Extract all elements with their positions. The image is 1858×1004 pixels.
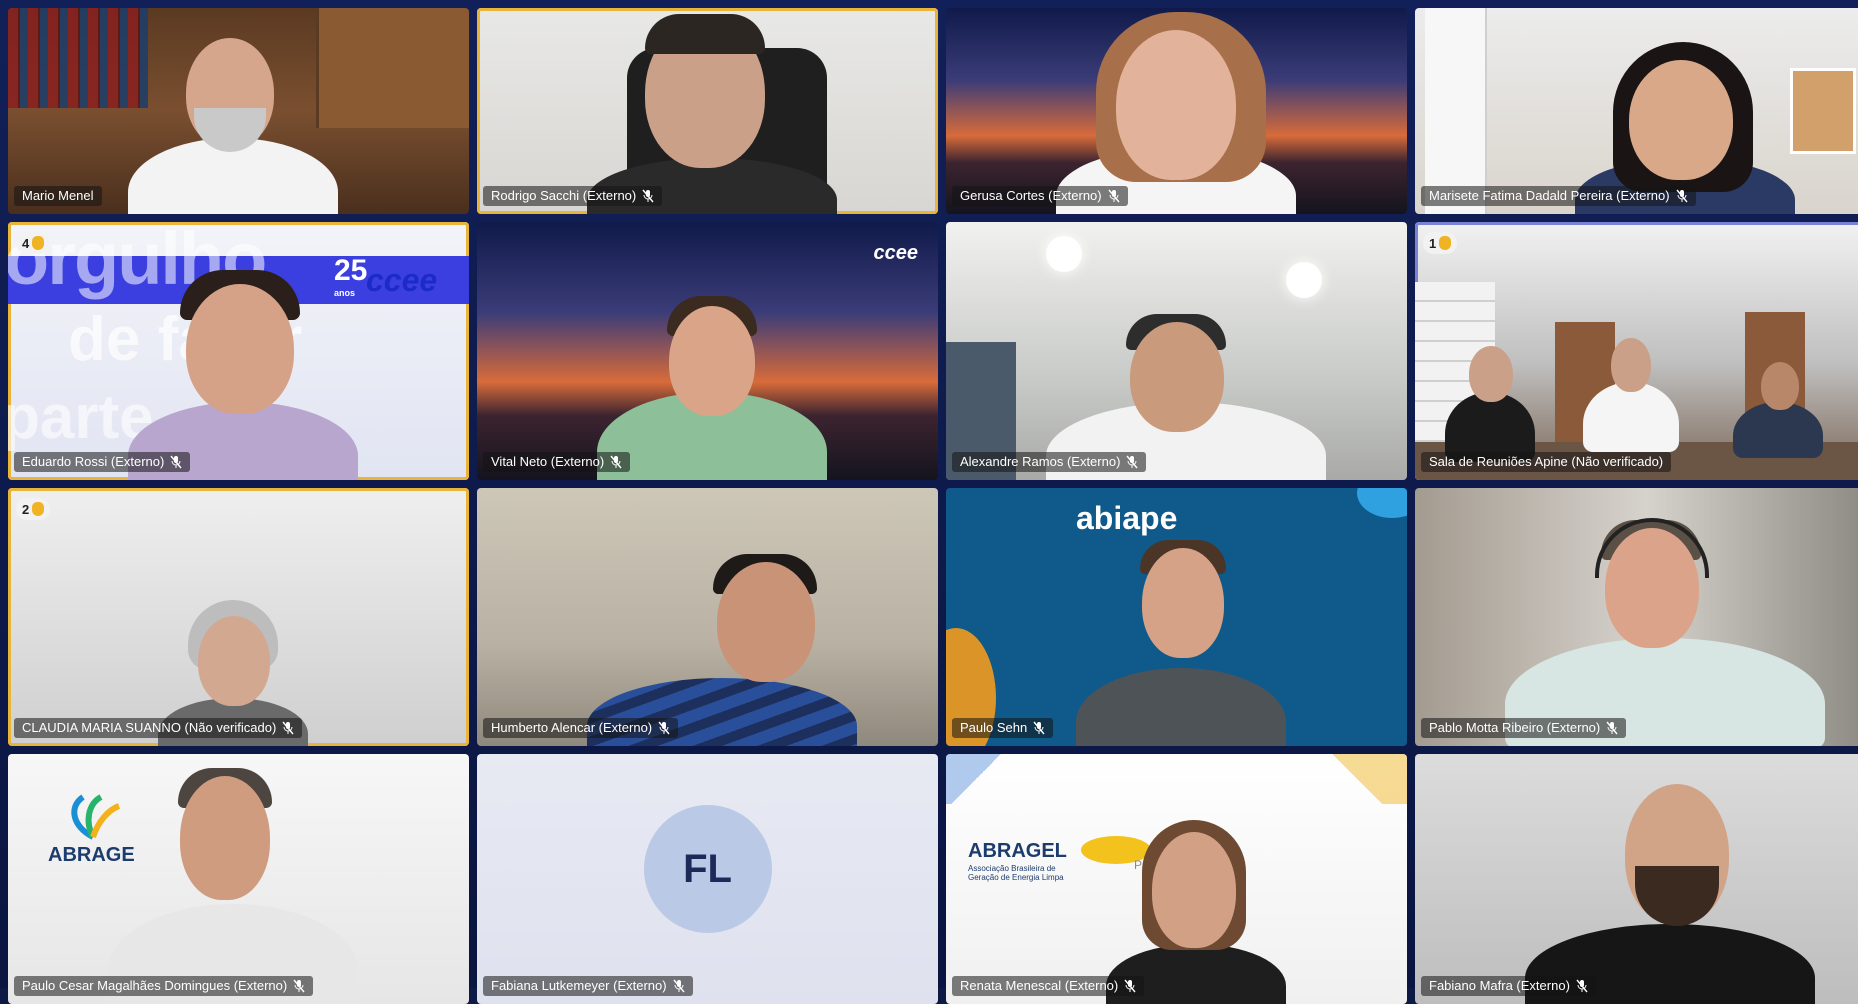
cabinet (316, 8, 469, 128)
participant-name-tag: Fabiana Lutkemeyer (Externo) (483, 976, 693, 996)
raised-hand-badge: 2 (16, 498, 51, 520)
abrage-logo-mark (71, 794, 121, 840)
participant-name: Paulo Cesar Magalhães Domingues (Externo… (22, 978, 288, 993)
video-call-stage: Mario Menel Rodrigo Sacchi (Externo) Ger… (0, 0, 1858, 1004)
mic-off-icon (658, 721, 670, 735)
participant-name-tag: Gerusa Cortes (Externo) (952, 186, 1128, 206)
participant-name: Alexandre Ramos (Externo) (960, 454, 1121, 469)
participant-name: Rodrigo Sacchi (Externo) (491, 188, 637, 203)
participant-tile-vital-neto[interactable]: ccee Vital Neto (Externo) (477, 222, 938, 480)
participant-tile-sala-apine[interactable]: 1 Sala de Reuniões Apine (Não verificado… (1415, 222, 1858, 480)
participant-name: Vital Neto (Externo) (491, 454, 605, 469)
participant-name-tag: Vital Neto (Externo) (483, 452, 631, 472)
participant-grid: Mario Menel Rodrigo Sacchi (Externo) Ger… (8, 8, 1858, 1004)
participant-name: Mario Menel (22, 188, 94, 203)
hand-icon (32, 236, 45, 250)
raised-hand-order: 2 (22, 501, 30, 517)
participant-name-tag: CLAUDIA MARIA SUANNO (Não verificado) (14, 718, 303, 738)
mic-off-icon (1576, 979, 1588, 993)
participant-name: CLAUDIA MARIA SUANNO (Não verificado) (22, 720, 277, 735)
raised-hand-order: 4 (22, 235, 30, 251)
ccee-logo: ccee (873, 242, 919, 264)
participant-tile-eduardo-rossi[interactable]: orgulho de fazer parte 25 anos ccee 4 Ed… (8, 222, 469, 480)
participant-name-tag: Sala de Reuniões Apine (Não verificado) (1421, 452, 1672, 472)
abragel-decoration (946, 754, 1006, 804)
participant-name: Fabiana Lutkemeyer (Externo) (491, 978, 667, 993)
participant-name-tag: Mario Menel (14, 186, 102, 206)
participant-name-tag: Renata Menescal (Externo) (952, 976, 1145, 996)
participant-name: Humberto Alencar (Externo) (491, 720, 653, 735)
abragel-decoration (1307, 754, 1407, 804)
raised-hand-badge: 4 (16, 232, 51, 254)
participant-name: Sala de Reuniões Apine (Não verificado) (1429, 454, 1664, 469)
mic-off-icon (1676, 189, 1688, 203)
bookshelf (8, 8, 148, 108)
participant-name-tag: Humberto Alencar (Externo) (483, 718, 679, 738)
mic-off-icon (1606, 721, 1618, 735)
participant-name-tag: Pablo Motta Ribeiro (Externo) (1421, 718, 1627, 738)
wall-picture (1790, 68, 1856, 154)
avatar: FL (643, 805, 772, 933)
abiape-logo: abiape (1076, 500, 1178, 536)
raised-hand-badge: 1 (1423, 232, 1458, 254)
participant-tile-mario-menel[interactable]: Mario Menel (8, 8, 469, 214)
participant-tile-marisete[interactable]: Marisete Fatima Dadald Pereira (Externo) (1415, 8, 1858, 214)
participant-tile-rodrigo-sacchi[interactable]: Rodrigo Sacchi (Externo) (477, 8, 938, 214)
hand-icon (32, 502, 45, 516)
mic-off-icon (1124, 979, 1136, 993)
participant-tile-humberto-alencar[interactable]: Humberto Alencar (Externo) (477, 488, 938, 746)
participant-name-tag: Alexandre Ramos (Externo) (952, 452, 1147, 472)
abragel-logo: ABRAGEL (968, 840, 1067, 862)
participant-tile-fabiana-lutkemeyer[interactable]: FL Fabiana Lutkemeyer (Externo) (477, 754, 938, 1004)
participant-name: Eduardo Rossi (Externo) (22, 454, 165, 469)
mic-off-icon (282, 721, 294, 735)
participant-name-tag: Paulo Sehn (952, 718, 1054, 738)
participant-name: Marisete Fatima Dadald Pereira (Externo) (1429, 188, 1670, 203)
ccee-logo: ccee (366, 262, 438, 298)
mic-off-icon (673, 979, 685, 993)
headset (1595, 518, 1709, 578)
raised-hand-order: 1 (1429, 235, 1437, 251)
mic-off-icon (1033, 721, 1045, 735)
ccee-anos-label: anos (334, 288, 356, 298)
participant-tile-fabiano-mafra[interactable]: Fabiano Mafra (Externo) (1415, 754, 1858, 1004)
participant-name-tag: Rodrigo Sacchi (Externo) (483, 186, 663, 206)
participant-tile-renata-menescal[interactable]: ABRAGEL Associação Brasileira de Geração… (946, 754, 1407, 1004)
participant-name-tag: Fabiano Mafra (Externo) (1421, 976, 1596, 996)
participant-tile-paulo-cesar[interactable]: ABRAGE Paulo Cesar Magalhães Domingues (… (8, 754, 469, 1004)
ccee-25-anos-logo: 25 (334, 254, 368, 287)
participant-name: Paulo Sehn (960, 720, 1028, 735)
mic-off-icon (610, 455, 622, 469)
hand-icon (1439, 236, 1452, 250)
mic-off-icon (293, 979, 305, 993)
participant-name: Gerusa Cortes (Externo) (960, 188, 1102, 203)
mic-off-icon (170, 455, 182, 469)
ceiling-light (1046, 236, 1082, 272)
mic-off-icon (1126, 455, 1138, 469)
abiape-decoration (1357, 488, 1407, 518)
participant-name: Renata Menescal (Externo) (960, 978, 1119, 993)
ceiling-light (1286, 262, 1322, 298)
mic-off-icon (1108, 189, 1120, 203)
mic-off-icon (642, 189, 654, 203)
participant-tile-pablo-ribeiro[interactable]: Pablo Motta Ribeiro (Externo) (1415, 488, 1858, 746)
abrage-logo: ABRAGE (48, 844, 135, 866)
participant-tile-gerusa-cortes[interactable]: Gerusa Cortes (Externo) (946, 8, 1407, 214)
participant-tile-paulo-sehn[interactable]: abiape Paulo Sehn (946, 488, 1407, 746)
participant-name-tag: Paulo Cesar Magalhães Domingues (Externo… (14, 976, 314, 996)
participant-name-tag: Eduardo Rossi (Externo) (14, 452, 191, 472)
abragel-tagline: Associação Brasileira de Geração de Ener… (968, 864, 1064, 882)
participant-name-tag: Marisete Fatima Dadald Pereira (Externo) (1421, 186, 1696, 206)
window (1425, 8, 1487, 214)
participant-tile-alexandre-ramos[interactable]: Alexandre Ramos (Externo) (946, 222, 1407, 480)
participant-name: Pablo Motta Ribeiro (Externo) (1429, 720, 1601, 735)
participant-name: Fabiano Mafra (Externo) (1429, 978, 1570, 993)
participant-tile-claudia-suanno[interactable]: 2 CLAUDIA MARIA SUANNO (Não verificado) (8, 488, 469, 746)
